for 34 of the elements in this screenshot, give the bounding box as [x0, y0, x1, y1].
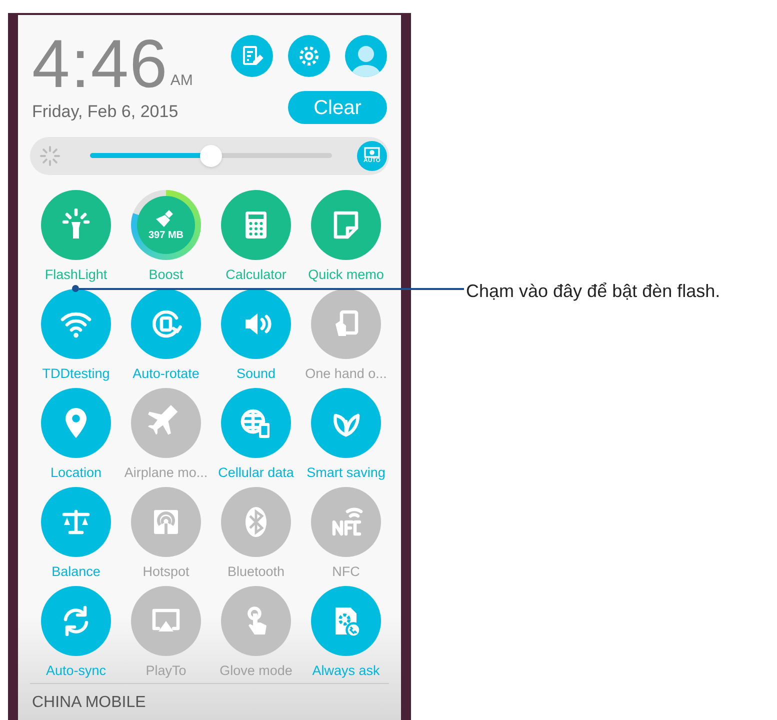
callout-text: Chạm vào đây để bật đèn flash.	[466, 280, 720, 303]
tile-label: Calculator	[226, 266, 286, 282]
clock-time: 4:46	[32, 35, 168, 93]
tile-label: FlashLight	[44, 266, 108, 282]
tile-label: Hotspot	[142, 562, 190, 580]
carrier-name: CHINA MOBILE	[31, 694, 146, 711]
tile-label: One hand o...	[305, 364, 387, 382]
tile-label: Auto-sync	[46, 662, 106, 678]
tile-label: Bluetooth	[227, 562, 285, 580]
tile-label: NFC	[332, 562, 360, 580]
tile-label: Auto-rotate	[132, 364, 200, 382]
tile-label: Glove mode	[220, 662, 292, 678]
screen-icon	[364, 147, 380, 158]
brightness-icon	[38, 144, 62, 168]
brightness-slider[interactable]	[90, 144, 332, 166]
tile-label: Location	[50, 464, 102, 480]
tile-label: PlayTo	[146, 662, 186, 678]
clock-meridiem: AM	[170, 70, 193, 90]
edit-notes-icon[interactable]	[231, 35, 273, 77]
memory-value: 397 MB	[148, 231, 184, 241]
tile-label: Always ask	[312, 662, 380, 678]
clear-button[interactable]: Clear	[288, 91, 387, 124]
tile-label: Smart saving	[306, 464, 386, 480]
avatar-icon[interactable]	[345, 35, 387, 77]
tile-label: Balance	[52, 562, 100, 580]
tile-label: TDDtesting	[42, 364, 110, 382]
date-text: Friday, Feb 6, 2015	[32, 101, 180, 123]
settings-icon[interactable]	[288, 35, 330, 77]
tile-label: Quick memo	[308, 266, 384, 282]
tile-label: Sound	[236, 364, 276, 382]
tile-label: Boost	[148, 266, 184, 282]
tile-label: Cellular data	[218, 464, 294, 480]
tile-label: Airplane mo...	[124, 464, 208, 480]
boost-button[interactable]: 397 MB	[131, 190, 201, 260]
